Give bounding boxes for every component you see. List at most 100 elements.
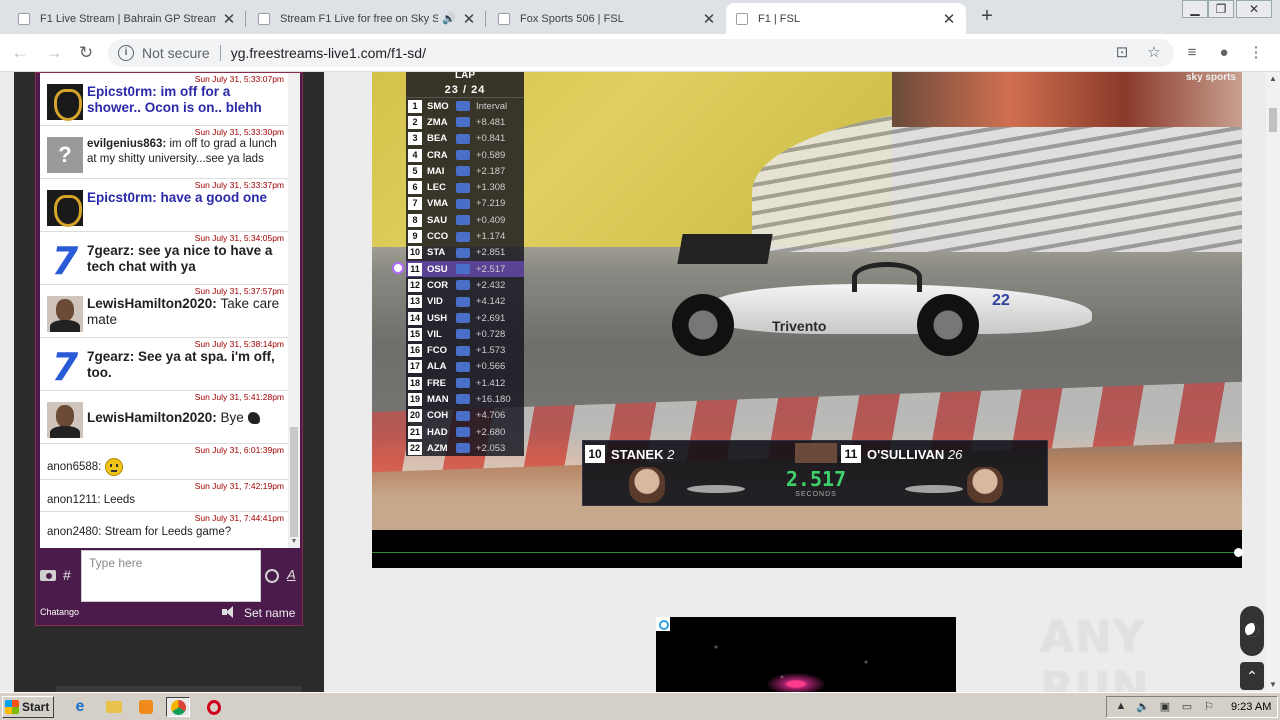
info-icon[interactable]: i bbox=[118, 45, 134, 61]
message-username[interactable]: anon2480 bbox=[47, 526, 98, 538]
message-username[interactable]: anon1211 bbox=[47, 494, 97, 506]
ie-icon[interactable]: e bbox=[68, 697, 92, 717]
chrome-icon[interactable] bbox=[166, 697, 190, 717]
chat-scrollbar[interactable]: ▼ bbox=[288, 73, 300, 548]
message-username[interactable]: evilgenius863 bbox=[87, 138, 162, 150]
chat-scrollbar-thumb[interactable] bbox=[290, 427, 298, 537]
tab-f1-fsl[interactable]: F1 | FSL ✕ bbox=[726, 3, 966, 34]
chat-message: Sun July 31, 5:38:14pm 7 7gearz: See ya … bbox=[40, 338, 288, 391]
bookmark-star-icon[interactable]: ☆ bbox=[1144, 43, 1164, 63]
start-button[interactable]: Start bbox=[2, 696, 54, 718]
chat-message: Sun July 31, 5:33:30pm ? evilgenius863: … bbox=[40, 126, 288, 179]
video-controls[interactable] bbox=[372, 530, 1243, 568]
minimize-button[interactable]: ▁ bbox=[1182, 0, 1208, 18]
leaderboard-driver-code: STA bbox=[427, 247, 446, 259]
leaderboard-position: 1 bbox=[408, 99, 422, 113]
media-player-icon[interactable] bbox=[134, 697, 158, 717]
team-logo-icon bbox=[456, 280, 470, 291]
media-control-icon[interactable]: ≡ bbox=[1182, 43, 1202, 63]
popup-blocked-icon[interactable]: ⊡ bbox=[1112, 43, 1132, 63]
avatar[interactable] bbox=[47, 296, 83, 332]
leaderboard-row: 17 ALA +0.566 bbox=[406, 359, 524, 375]
display-icon[interactable]: ▭ bbox=[1179, 700, 1195, 714]
leaderboard-driver-code: MAI bbox=[427, 165, 445, 177]
page-scrollbar[interactable]: ▲ ▼ bbox=[1266, 72, 1280, 692]
leaderboard-position: 2 bbox=[408, 115, 422, 129]
advertisement[interactable] bbox=[656, 617, 956, 692]
avatar[interactable]: 7 bbox=[47, 242, 83, 280]
menu-icon[interactable]: ⋮ bbox=[1246, 43, 1266, 63]
avatar[interactable] bbox=[47, 84, 83, 121]
leaderboard-row: 19 MAN +16.180 bbox=[406, 391, 524, 407]
team-logo-icon bbox=[456, 345, 470, 356]
network-icon[interactable]: ▣ bbox=[1157, 700, 1173, 714]
tab-fox-sports[interactable]: Fox Sports 506 | FSL ✕ bbox=[488, 3, 726, 34]
message-timestamp: Sun July 31, 5:33:07pm bbox=[194, 74, 284, 84]
flag-icon[interactable]: ⚐ bbox=[1201, 700, 1217, 714]
avatar[interactable]: 7 bbox=[47, 348, 83, 386]
avatar[interactable]: ? bbox=[47, 137, 83, 173]
scroll-up-arrow-icon[interactable]: ▲ bbox=[1266, 72, 1280, 86]
camera-icon[interactable] bbox=[39, 567, 57, 581]
adchoices-icon[interactable] bbox=[656, 617, 670, 631]
message-username[interactable]: Epicst0rm bbox=[87, 190, 152, 205]
url-text[interactable]: yg.freestreams-live1.com/f1-sd/ bbox=[231, 45, 426, 61]
profile-icon[interactable]: ● bbox=[1214, 43, 1234, 63]
video-seek-handle[interactable] bbox=[1234, 548, 1243, 557]
video-player[interactable]: sky sports Trivento 22 LAP 23 / 24 1 SMO I… bbox=[372, 72, 1242, 568]
leaderboard-position: 11 bbox=[408, 262, 422, 276]
message-username[interactable]: anon6588 bbox=[47, 461, 98, 473]
forward-button[interactable]: → bbox=[42, 41, 66, 65]
close-icon[interactable]: ✕ bbox=[942, 10, 956, 28]
message-username[interactable]: LewisHamilton2020 bbox=[87, 296, 212, 311]
mute-speaker-icon[interactable] bbox=[222, 605, 238, 619]
close-icon[interactable]: ✕ bbox=[462, 10, 476, 28]
message-username[interactable]: Epicst0rm bbox=[87, 84, 152, 99]
dark-mode-toggle[interactable] bbox=[1240, 606, 1264, 656]
video-progress-bar[interactable] bbox=[372, 552, 1236, 553]
scroll-down-arrow-icon[interactable]: ▼ bbox=[1266, 678, 1280, 692]
font-style-button[interactable]: A bbox=[287, 567, 296, 582]
scroll-down-arrow-icon[interactable]: ▼ bbox=[288, 538, 300, 548]
leaderboard-gap: +0.841 bbox=[476, 133, 506, 145]
anyrun-watermark: ANY RUN bbox=[1040, 612, 1150, 692]
tab-stream-f1-sky[interactable]: Stream F1 Live for free on Sky S 🔊 ✕ bbox=[248, 3, 486, 34]
chatango-brand-link[interactable]: Chatango bbox=[40, 607, 79, 617]
leaderboard-driver-code: BEA bbox=[427, 133, 448, 145]
back-button[interactable]: ← bbox=[8, 41, 32, 65]
tab-f1-live-stream[interactable]: F1 Live Stream | Bahrain GP Stream ✕ bbox=[8, 3, 246, 34]
team-logo-icon bbox=[456, 313, 470, 323]
close-icon[interactable]: ✕ bbox=[222, 10, 236, 28]
avatar[interactable] bbox=[47, 190, 83, 227]
speaker-icon[interactable]: 🔊 bbox=[442, 12, 456, 25]
page-scrollbar-thumb[interactable] bbox=[1269, 108, 1277, 132]
leaderboard-gap: +1.308 bbox=[476, 182, 506, 194]
reload-button[interactable]: ↻ bbox=[74, 41, 98, 65]
emoticon-icon[interactable] bbox=[265, 569, 279, 583]
message-username[interactable]: 7gearz bbox=[87, 243, 130, 258]
team-logo-icon bbox=[456, 329, 470, 340]
hashtag-button[interactable]: # bbox=[63, 567, 71, 583]
address-bar[interactable]: i Not secure yg.freestreams-live1.com/f1… bbox=[108, 39, 1174, 67]
chat-message-list[interactable]: Sun July 31, 5:33:07pm Epicst0rm: im off… bbox=[40, 73, 288, 548]
avatar[interactable] bbox=[47, 402, 83, 438]
tray-expand-icon[interactable]: ▲ bbox=[1113, 700, 1129, 714]
ad-graphic bbox=[756, 669, 836, 692]
leaderboard-driver-code: COH bbox=[427, 410, 449, 422]
page-icon bbox=[258, 12, 270, 25]
start-label: Start bbox=[22, 700, 50, 714]
new-tab-button[interactable]: + bbox=[976, 6, 998, 28]
volume-icon[interactable]: 🔈 bbox=[1135, 700, 1151, 714]
message-username[interactable]: LewisHamilton2020 bbox=[87, 410, 212, 425]
message-username[interactable]: 7gearz bbox=[87, 349, 130, 364]
close-icon[interactable]: ✕ bbox=[702, 10, 716, 28]
restore-button[interactable]: ❐ bbox=[1208, 0, 1234, 18]
set-name-button[interactable]: Set name bbox=[244, 606, 295, 620]
chat-message-input[interactable]: Type here bbox=[81, 550, 261, 602]
window-close-button[interactable]: ✕ bbox=[1236, 0, 1272, 18]
folder-icon[interactable] bbox=[102, 697, 126, 717]
opera-icon[interactable] bbox=[202, 697, 226, 717]
scroll-to-top-button[interactable]: ⌃ bbox=[1240, 662, 1264, 690]
battle-divider bbox=[795, 443, 837, 463]
leaderboard-driver-code: COR bbox=[427, 279, 449, 291]
